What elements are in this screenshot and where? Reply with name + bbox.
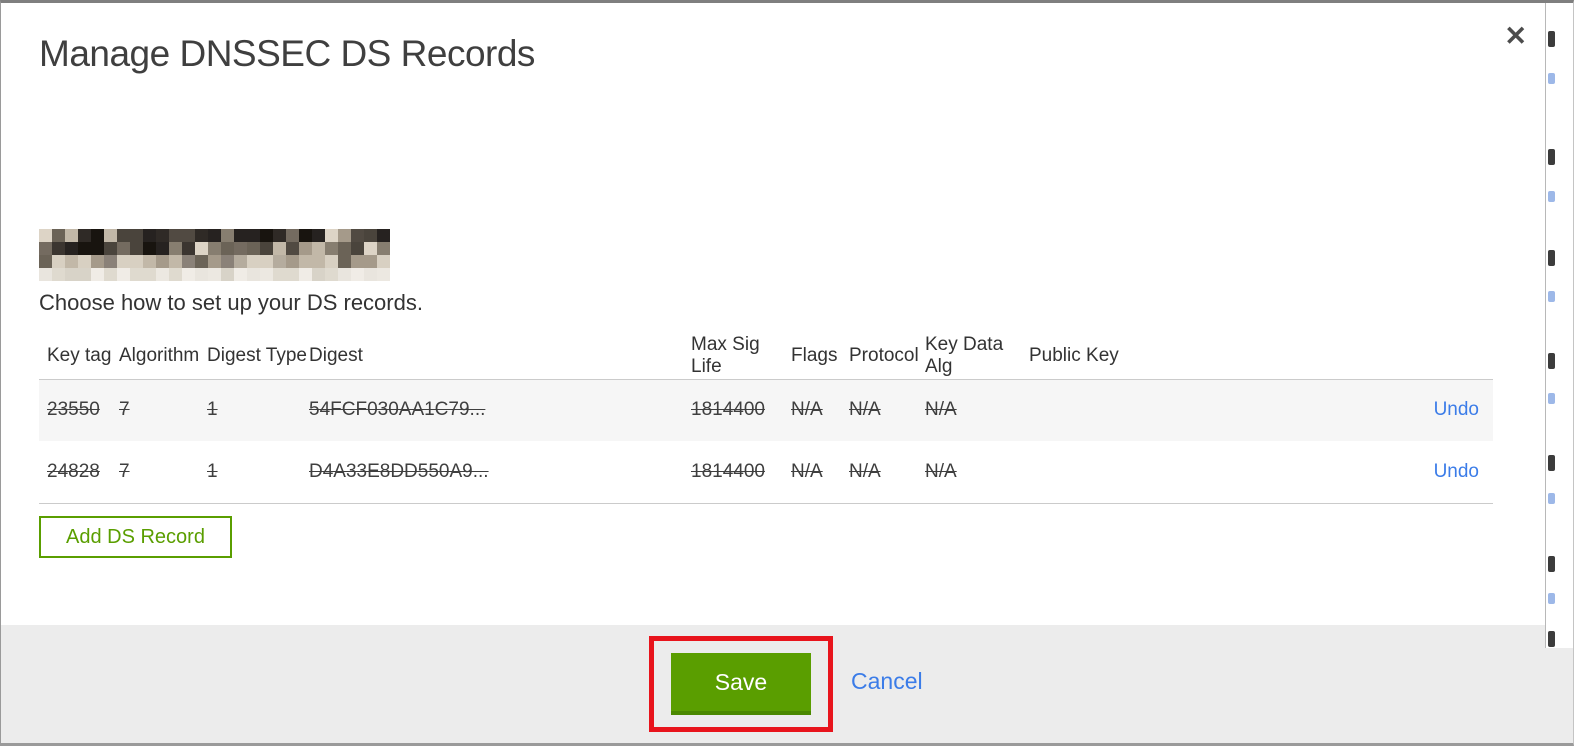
ds-record-row: 24828 7 1 D4A33E8DD550A9... 1814400 N/A N/A N/A… — [39, 441, 1493, 503]
background-link-fragment — [1548, 593, 1555, 604]
background-link-fragment — [1548, 191, 1555, 202]
column-header: Key tag — [47, 344, 112, 366]
table-header-row: Key tag Algorithm Digest Type Digest Max Sig… — [39, 333, 1493, 379]
undo-link[interactable]: Undo — [1434, 461, 1479, 482]
cell-protocol: N/A — [849, 399, 881, 421]
column-header: Key Data Alg — [925, 333, 1004, 377]
background-page-sliver — [1545, 3, 1573, 648]
column-header: Digest — [309, 344, 363, 366]
column-header-actions — [1169, 333, 1493, 379]
subtitle: Choose how to set up your DS records. — [39, 290, 423, 315]
cell-max-sig-life: 1814400 — [691, 460, 765, 482]
cancel-link[interactable]: Cancel — [851, 668, 923, 695]
background-link-fragment — [1548, 291, 1555, 302]
domain-name-redacted — [39, 229, 390, 281]
column-header: Protocol — [849, 344, 919, 366]
cell-protocol: N/A — [849, 460, 881, 482]
add-ds-record-button[interactable]: Add DS Record — [39, 516, 232, 558]
background-text-fragment — [1548, 250, 1555, 266]
ds-records-table: Key tag Algorithm Digest Type Digest Max Sig… — [39, 333, 1493, 504]
dnssec-modal: Manage DNSSEC DS Records ✕ Choose how to… — [0, 0, 1574, 746]
page-title: Manage DNSSEC DS Records — [39, 33, 535, 74]
cell-key-tag: 23550 — [47, 399, 100, 421]
save-button[interactable]: Save — [671, 653, 811, 715]
background-link-fragment — [1548, 73, 1555, 84]
cell-digest-type: 1 — [207, 399, 218, 421]
background-link-fragment — [1548, 493, 1555, 504]
column-header: Max Sig Life — [691, 333, 760, 377]
cell-max-sig-life: 1814400 — [691, 399, 765, 421]
cell-digest-type: 1 — [207, 460, 218, 482]
cell-key-tag: 24828 — [47, 460, 100, 482]
cell-key-data-alg: N/A — [925, 460, 957, 482]
column-header: Digest Type — [207, 344, 307, 366]
cell-algorithm: 7 — [119, 399, 130, 421]
cell-algorithm: 7 — [119, 460, 130, 482]
background-link-fragment — [1548, 393, 1555, 404]
cell-key-data-alg: N/A — [925, 399, 957, 421]
cell-digest: D4A33E8DD550A9... — [309, 460, 489, 482]
table-body: 23550 7 1 54FCF030AA1C79... 1814400 N/A N/A N/A… — [39, 379, 1493, 503]
background-text-fragment — [1548, 631, 1555, 647]
modal-footer: Save Cancel — [1, 625, 1573, 743]
column-header: Public Key — [1029, 344, 1119, 366]
column-header: Flags — [791, 344, 838, 366]
undo-link[interactable]: Undo — [1434, 399, 1479, 420]
cell-flags: N/A — [791, 460, 823, 482]
background-text-fragment — [1548, 353, 1555, 369]
ds-record-row: 23550 7 1 54FCF030AA1C79... 1814400 N/A N/A N/A… — [39, 379, 1493, 441]
background-text-fragment — [1548, 556, 1555, 572]
save-button-highlight-annotation: Save — [649, 636, 833, 732]
close-icon[interactable]: ✕ — [1504, 23, 1527, 50]
cell-flags: N/A — [791, 399, 823, 421]
column-header: Algorithm — [119, 344, 200, 366]
background-text-fragment — [1548, 149, 1555, 165]
background-text-fragment — [1548, 455, 1555, 471]
background-text-fragment — [1548, 31, 1555, 47]
cell-digest: 54FCF030AA1C79... — [309, 399, 486, 421]
